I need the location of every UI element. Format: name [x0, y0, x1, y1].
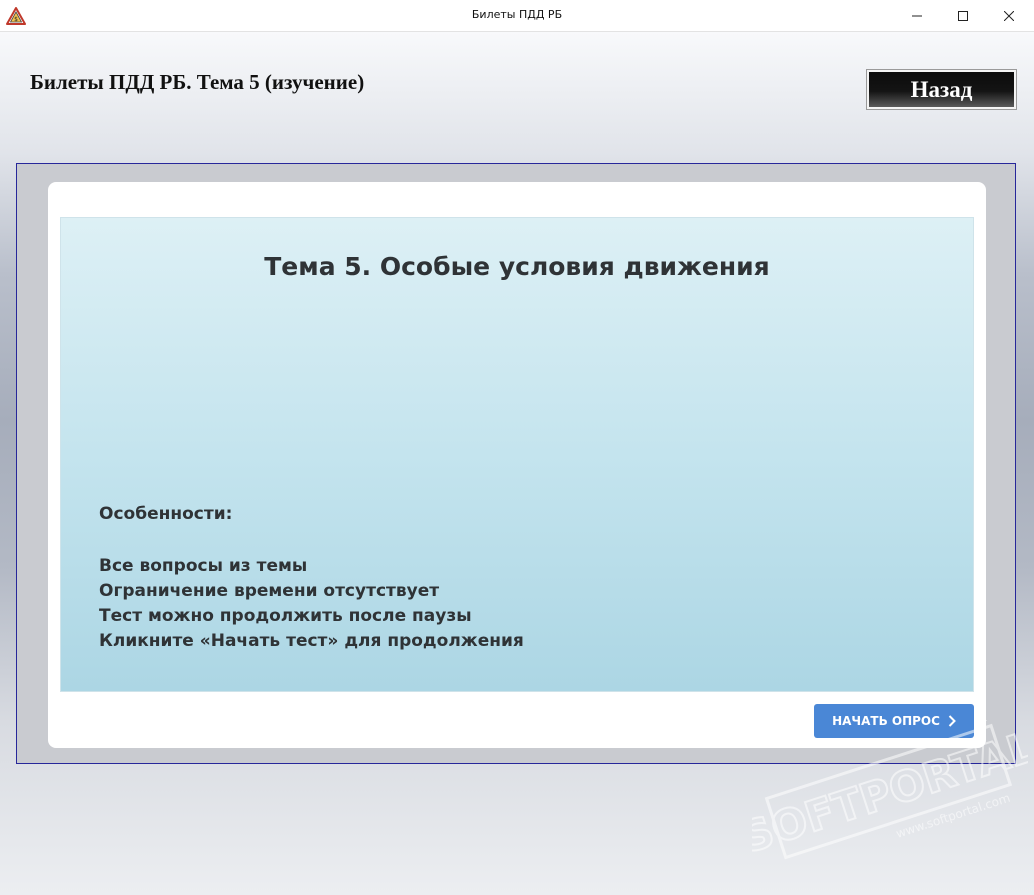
chevron-right-icon: [948, 715, 956, 727]
content-frame: Тема 5. Особые условия движения Особенно…: [16, 163, 1016, 764]
features-list: Все вопросы из темы Ограничение времени …: [99, 554, 524, 654]
back-button[interactable]: Назад: [866, 69, 1017, 110]
feature-item: Кликните «Начать тест» для продолжения: [99, 631, 524, 651]
feature-item: Тест можно продолжить после паузы: [99, 606, 472, 626]
app-client-area: Билеты ПДД РБ. Тема 5 (изучение) Назад Т…: [0, 32, 1034, 895]
title-bar: $ Билеты ПДД РБ: [0, 0, 1034, 32]
maximize-button[interactable]: [940, 0, 986, 32]
features-heading: Особенности:: [99, 504, 233, 524]
close-icon: [1004, 11, 1014, 21]
window-title: Билеты ПДД РБ: [471, 8, 563, 21]
minimize-icon: [912, 15, 922, 17]
close-button[interactable]: [986, 0, 1032, 32]
minimize-button[interactable]: [894, 0, 940, 32]
topic-info-panel: Тема 5. Особые условия движения Особенно…: [60, 217, 974, 692]
page-title: Билеты ПДД РБ. Тема 5 (изучение): [30, 70, 365, 94]
start-quiz-button[interactable]: НАЧАТЬ ОПРОС: [814, 704, 974, 738]
maximize-icon: [958, 11, 968, 21]
feature-item: Ограничение времени отсутствует: [99, 581, 440, 601]
start-quiz-label: НАЧАТЬ ОПРОС: [832, 714, 940, 728]
topic-card: Тема 5. Особые условия движения Особенно…: [48, 182, 986, 748]
feature-item: Все вопросы из темы: [99, 556, 308, 576]
topic-title: Тема 5. Особые условия движения: [264, 252, 770, 281]
